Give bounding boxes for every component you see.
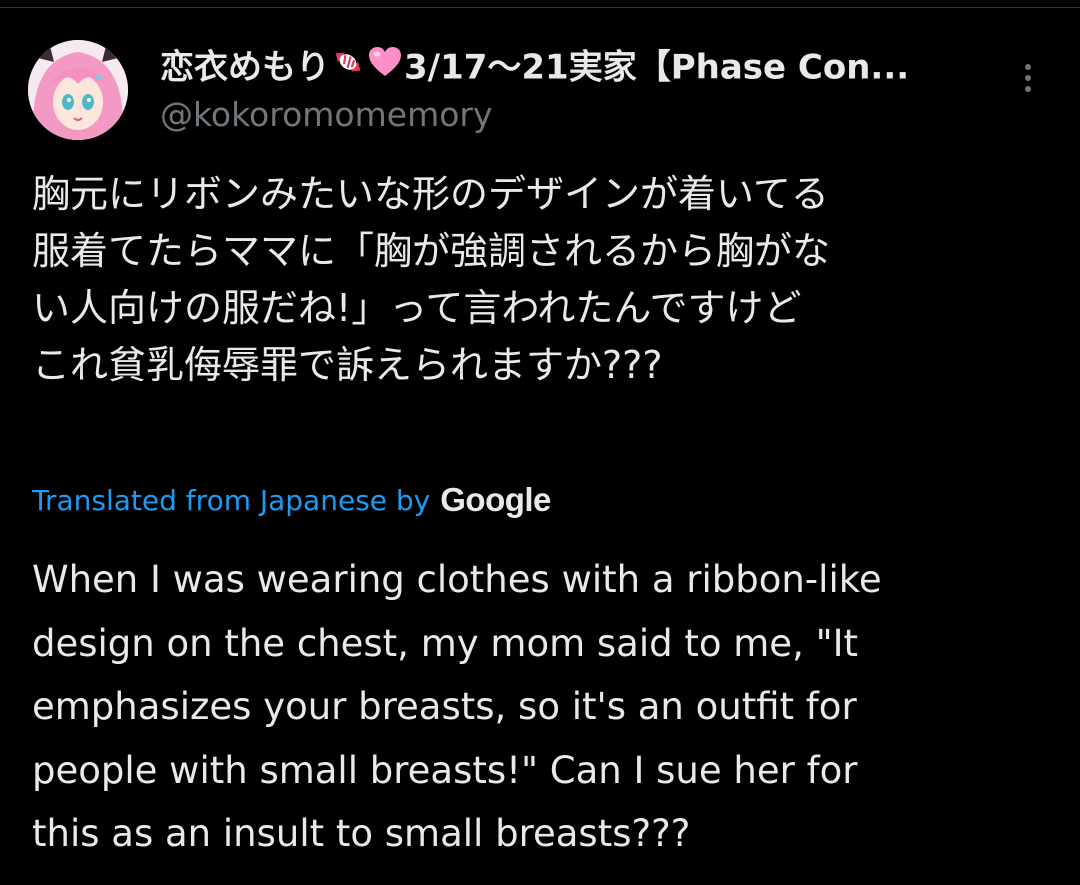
translation-line: this as an insult to small breasts???	[32, 812, 691, 855]
tweet-header: 恋衣めもり 3/17〜21実家【Phase Con... @kokoromomem…	[28, 40, 1058, 140]
display-name[interactable]: 恋衣めもり 3/17〜21実家【Phase Con...	[160, 44, 1000, 90]
tweet-text: 胸元にリボンみたいな形のデザインが着いてる 服着てたらママに「胸が強調されるから…	[32, 166, 1052, 394]
display-name-suffix: 3/17〜21実家【Phase Con...	[404, 47, 910, 88]
tweet-line: 服着てたらママに「胸が強調されるから胸がな	[32, 229, 831, 273]
author-info: 恋衣めもり 3/17〜21実家【Phase Con... @kokoromomem…	[160, 44, 1000, 136]
avatar[interactable]	[28, 40, 128, 140]
translation-line: When I was wearing clothes with a ribbon…	[32, 558, 882, 601]
more-dot-icon	[1025, 64, 1031, 70]
pink-heart-icon	[367, 45, 403, 90]
top-divider	[0, 0, 1080, 8]
translation-line: design on the chest, my mom said to me, …	[32, 621, 859, 665]
translation-attribution: Translated from Japanese by Google	[32, 478, 551, 522]
tweet-line: 胸元にリボンみたいな形のデザインが着いてる	[32, 172, 829, 216]
translated-from-link[interactable]: Translated from Japanese by	[32, 484, 430, 517]
tweet-line: い人向けの服だね!」って言われたんですけど	[32, 286, 802, 330]
author-handle[interactable]: @kokoromomemory	[160, 94, 1000, 136]
google-logo: Google	[440, 481, 551, 518]
display-name-text: 恋衣めもり	[160, 47, 330, 88]
more-dot-icon	[1025, 86, 1031, 92]
translated-text: When I was wearing clothes with a ribbon…	[32, 548, 1062, 866]
translation-line: emphasizes your breasts, so it's an outf…	[32, 685, 857, 728]
more-dot-icon	[1025, 75, 1031, 81]
more-options-button[interactable]	[1018, 58, 1038, 98]
tweet-line: これ貧乳侮辱罪で訴えられますか???	[32, 343, 663, 387]
translation-line: people with small breasts!" Can I sue he…	[32, 748, 858, 792]
candy-icon	[331, 45, 365, 90]
avatar-image	[28, 40, 128, 140]
